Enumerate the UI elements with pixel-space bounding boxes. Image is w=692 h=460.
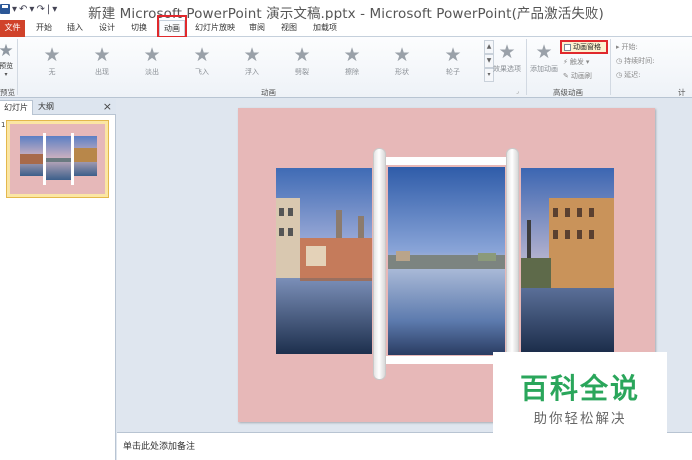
effect-none-icon: ★ [43,44,61,66]
animations-tab-highlight-box [157,15,187,38]
delay-label: 延迟: [624,71,641,79]
trigger-dropdown-icon: ▾ [585,58,590,66]
trigger-icon: ⚡ [563,58,568,66]
tab-design[interactable]: 设计 [96,20,118,37]
timing-delay[interactable]: ◷ 延迟: [616,70,640,80]
preview-star-icon: ★ [0,41,14,61]
watermark-subtitle: 助你轻松解决 [533,411,627,427]
watermark-title: 百科全说 [519,372,640,405]
effect-fly-in-icon: ★ [193,44,211,66]
thumbnail-preview [10,124,105,194]
watermark: 百科全说 助你轻松解决 [493,352,667,433]
start-icon: ▸ [616,43,620,51]
start-label: 开始: [621,43,638,51]
animation-pane-label: 动画窗格 [573,43,601,51]
middle-photo[interactable] [388,167,505,355]
tab-outline[interactable]: 大纲 [34,100,58,115]
effect-float-in[interactable]: ★ 浮入 [236,45,268,77]
group-separator [610,39,611,95]
timing-start[interactable]: ▸ 开始: [616,42,638,52]
scroll-top-edge [385,157,508,165]
effect-none-label: 无 [48,68,56,76]
effect-wheel[interactable]: ★ 轮子 [437,45,469,77]
tab-file[interactable]: 文件 [0,20,25,37]
ribbon-tabs: 文件 开始 插入 设计 切换 动画 幻灯片放映 审阅 视图 加载项 [0,20,692,37]
animation-group-label: 动画 [261,88,276,97]
ribbon: ★ 预览 ▾ 预览 ★ 无 ★ 出现 ★ 淡出 ★ 飞入 ★ 浮入 ★ 劈裂 ★… [0,37,692,98]
timing-group-label: 计 [678,88,686,97]
notes-placeholder: 单击此处添加备注 [123,442,196,452]
tab-slideshow[interactable]: 幻灯片放映 [193,20,237,37]
effect-wipe[interactable]: ★ 擦除 [336,45,368,77]
left-scroll-roller[interactable] [373,148,386,380]
effect-wheel-label: 轮子 [446,68,460,76]
animation-painter-button[interactable]: ✎ 动画刷 [563,71,592,81]
effect-fade-label: 淡出 [145,68,159,76]
effect-none[interactable]: ★ 无 [36,45,68,77]
add-animation-button[interactable]: ★ 添加动画 [527,42,561,74]
effect-float-in-icon: ★ [243,44,261,66]
animation-gallery: ★ 无 ★ 出现 ★ 淡出 ★ 飞入 ★ 浮入 ★ 劈裂 ★ 擦除 ★ 形状 ★… [19,40,483,84]
thumbnail-image [20,133,97,185]
tab-transitions[interactable]: 切换 [128,20,150,37]
animation-painter-icon: ✎ [563,72,569,80]
tab-view[interactable]: 视图 [278,20,300,37]
advanced-animation-group-label: 高级动画 [553,88,583,97]
effect-float-in-label: 浮入 [245,68,259,76]
slides-pane: 幻灯片 大纲 × 1 [0,99,116,460]
effect-split[interactable]: ★ 劈裂 [286,45,318,77]
tab-review[interactable]: 审阅 [246,20,268,37]
preview-button[interactable]: ★ 预览 ▾ [0,42,15,78]
effect-appear-label: 出现 [95,68,109,76]
effect-appear-icon: ★ [93,44,111,66]
tab-insert[interactable]: 插入 [64,20,86,37]
tab-addins[interactable]: 加载项 [310,20,340,37]
effect-wipe-label: 擦除 [345,68,359,76]
timing-duration[interactable]: ◷ 持续时间: [616,56,654,66]
effect-split-icon: ★ [293,44,311,66]
animation-pane-button[interactable]: 动画窗格 [560,40,608,54]
effect-fade[interactable]: ★ 淡出 [136,45,168,77]
duration-label: 持续时间: [624,57,655,65]
effect-options-label: 效果选项 [493,65,521,73]
animation-painter-label: 动画刷 [570,72,592,80]
effect-shape-label: 形状 [395,68,409,76]
tab-slides[interactable]: 幻灯片 [0,100,33,115]
effect-wipe-icon: ★ [343,44,361,66]
trigger-label: 触发 [569,58,584,66]
delay-icon: ◷ [616,71,623,79]
right-scroll-roller[interactable] [506,148,519,380]
effect-options-button[interactable]: ★ 效果选项 [490,42,524,74]
pane-tabs: 幻灯片 大纲 × [0,99,116,115]
animation-dialog-launcher-icon[interactable]: ⌟ [516,88,519,95]
close-icon[interactable]: × [103,99,112,114]
preview-group-label: 预览 [0,88,15,97]
effect-fade-icon: ★ [143,44,161,66]
notes-pane[interactable]: 单击此处添加备注 [117,432,692,460]
effect-fly-in-label: 飞入 [195,68,209,76]
group-separator [17,39,18,95]
slide-number: 1 [1,121,6,129]
effect-shape-icon: ★ [393,44,411,66]
preview-dropdown-icon: ▾ [4,71,8,78]
title-bar: ▾ ↶ ▾ ↷ | ▾ 新建 Microsoft PowerPoint 演示文稿… [0,0,692,22]
left-photo[interactable] [276,168,372,354]
effect-wheel-icon: ★ [444,44,462,66]
duration-icon: ◷ [616,57,623,65]
add-animation-icon: ★ [535,41,553,63]
effect-shape[interactable]: ★ 形状 [386,45,418,77]
add-animation-label: 添加动画 [530,65,558,73]
slide-thumbnail[interactable] [6,120,109,198]
effect-split-label: 劈裂 [295,68,309,76]
effect-options-icon: ★ [498,41,516,63]
window-title: 新建 Microsoft PowerPoint 演示文稿.pptx - Micr… [88,6,604,22]
scroll-bottom-edge [385,356,508,364]
effect-fly-in[interactable]: ★ 飞入 [186,45,218,77]
preview-label: 预览 [0,62,13,70]
right-photo[interactable] [521,168,614,354]
animation-pane-icon [564,43,571,51]
trigger-button[interactable]: ⚡ 触发 ▾ [563,57,589,67]
tab-home[interactable]: 开始 [31,20,57,37]
effect-appear[interactable]: ★ 出现 [86,45,118,77]
